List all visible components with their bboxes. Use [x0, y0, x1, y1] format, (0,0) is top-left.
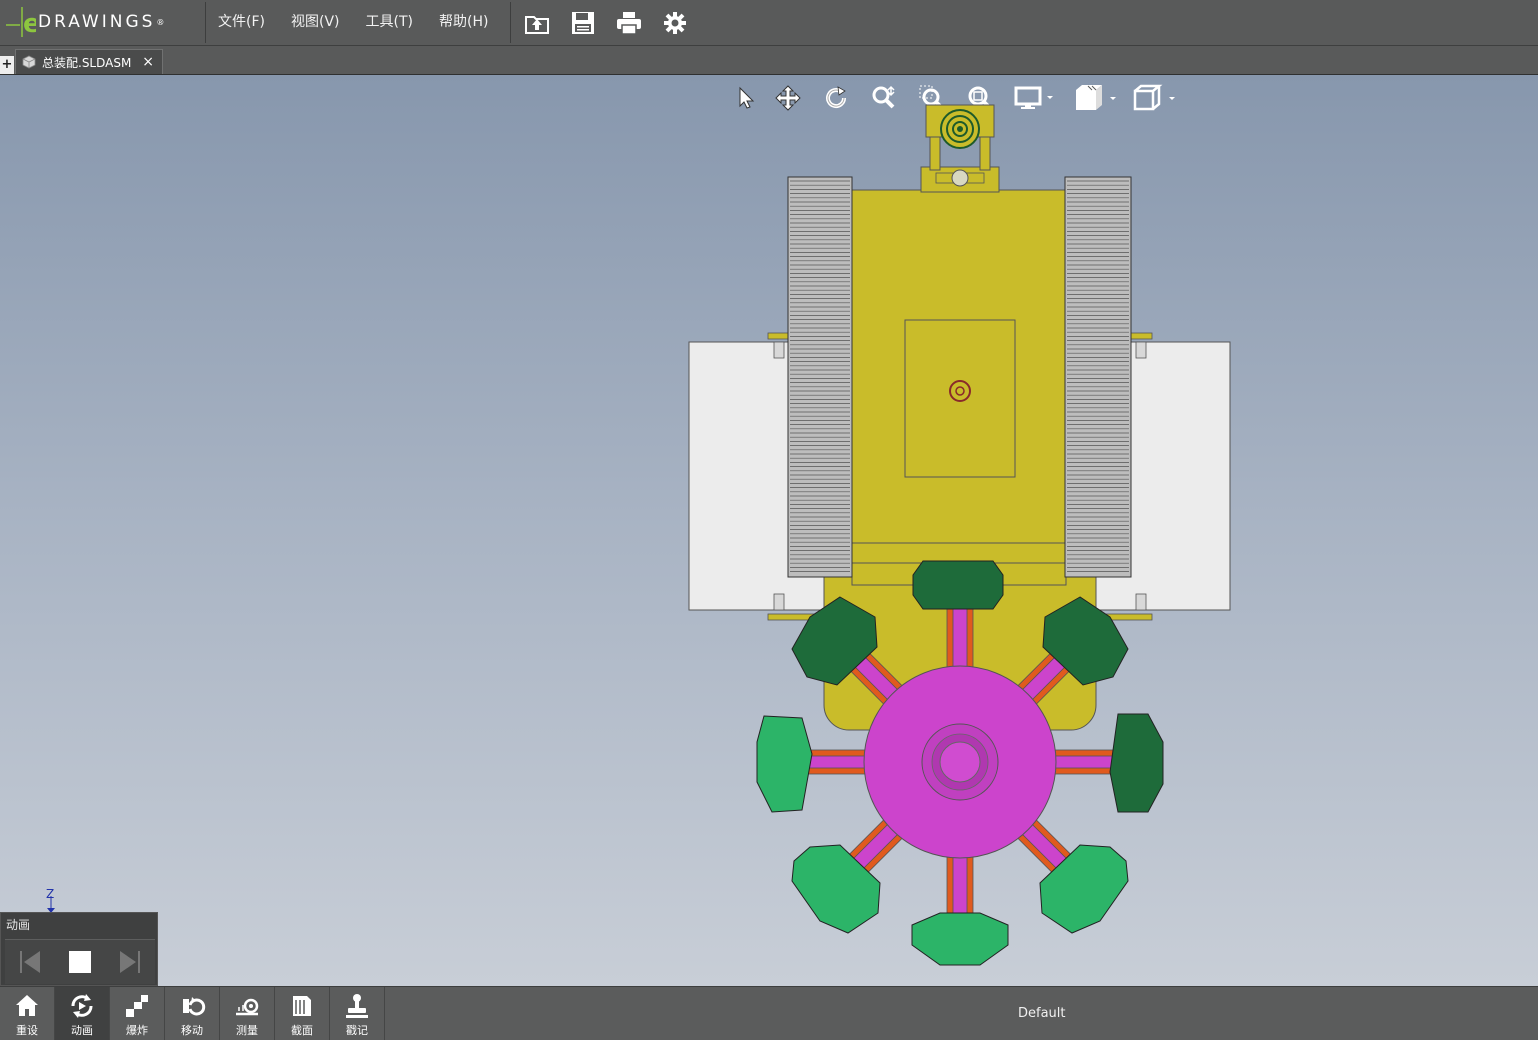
animate-label: 动画 — [71, 1024, 93, 1037]
skip-forward-button[interactable] — [110, 942, 150, 982]
left-side-panel — [688, 341, 832, 611]
select-icon — [739, 86, 755, 109]
animate-button[interactable]: 动画 — [55, 987, 110, 1040]
rotate-button[interactable] — [812, 82, 860, 114]
logo-wordmark: DRAWINGS — [38, 12, 156, 32]
section-view-icon — [1133, 84, 1175, 111]
explode-label: 爆炸 — [126, 1024, 148, 1037]
bottom-toolbar: 重设 动画 爆炸 移动 测量 截面 戳记 Default — [0, 986, 1538, 1040]
skip-forward-icon — [120, 951, 140, 973]
stamp-icon — [346, 994, 368, 1018]
wheel-paddles — [756, 560, 1164, 966]
measure-label: 测量 — [236, 1024, 258, 1037]
divider — [510, 2, 511, 43]
stamp-label: 戳记 — [346, 1024, 368, 1037]
zoom-to-area-button[interactable] — [908, 82, 956, 114]
explode-button[interactable]: 爆炸 — [110, 987, 165, 1040]
graphics-viewport[interactable]: Z 动画 — [0, 75, 1538, 986]
stop-button[interactable] — [60, 942, 100, 982]
select-button[interactable] — [728, 82, 764, 114]
zoom-icon — [872, 85, 895, 109]
pan-button[interactable] — [764, 82, 812, 114]
zoom-to-fit-button[interactable] — [956, 82, 1004, 114]
zoom-button[interactable] — [860, 82, 908, 114]
rotate-icon — [826, 86, 847, 108]
home-icon — [16, 995, 38, 1016]
open-button[interactable] — [514, 0, 560, 45]
section-button[interactable]: 截面 — [275, 987, 330, 1040]
section-view-button[interactable] — [1126, 82, 1182, 114]
document-tab[interactable]: 总装配.SLDASM × — [15, 49, 163, 74]
save-button[interactable] — [560, 0, 606, 45]
file-toolbar — [514, 0, 698, 45]
wheel-hub — [863, 665, 1057, 859]
zoom-to-fit-icon — [968, 86, 993, 111]
explode-icon — [126, 995, 148, 1017]
view-toolbar — [728, 82, 1182, 114]
stamp-button[interactable]: 戳记 — [330, 987, 385, 1040]
svg-text:e: e — [23, 9, 36, 39]
document-tab-label: 总装配.SLDASM — [42, 55, 132, 70]
settings-button[interactable] — [652, 0, 698, 45]
assembly-model — [47, 104, 1231, 966]
configuration-name[interactable]: Default — [1018, 1006, 1066, 1021]
reset-button[interactable]: 重设 — [0, 987, 55, 1040]
display-style-icon — [1014, 86, 1053, 109]
lower-body — [823, 574, 1097, 731]
triad-z-label: Z — [46, 887, 55, 901]
save-icon — [572, 11, 594, 34]
right-track — [1064, 176, 1132, 578]
zoom-to-area-icon — [919, 85, 944, 110]
menu-view[interactable]: 视图(V) — [279, 0, 352, 45]
reset-label: 重设 — [16, 1024, 38, 1037]
print-icon — [617, 11, 641, 35]
wheel-arms — [797, 599, 1123, 926]
view-orientation-button[interactable] — [1064, 82, 1126, 114]
right-side-panel — [1089, 341, 1231, 611]
menu-help[interactable]: 帮助(H) — [427, 0, 500, 45]
skip-back-icon — [20, 951, 40, 973]
close-tab-icon[interactable]: × — [142, 54, 154, 70]
move-icon — [183, 997, 206, 1016]
settings-icon — [664, 11, 686, 34]
print-button[interactable] — [606, 0, 652, 45]
logo-registered: ® — [156, 17, 165, 27]
animation-panel: 动画 — [0, 912, 158, 986]
stop-icon — [69, 951, 91, 973]
document-tab-bar: + 总装配.SLDASM × — [0, 46, 1538, 75]
title-bar: e DRAWINGS ® 文件(F) 视图(V) 工具(T) 帮助(H) — [0, 0, 1538, 46]
section-label: 截面 — [291, 1024, 313, 1037]
new-tab-button[interactable]: + — [0, 56, 14, 74]
center-plate — [904, 319, 1016, 478]
assembly-icon — [22, 55, 36, 69]
view-orientation-icon — [1076, 85, 1116, 110]
display-style-button[interactable] — [1004, 82, 1064, 114]
menu-file[interactable]: 文件(F) — [206, 0, 277, 45]
section-icon — [293, 996, 311, 1016]
pan-icon — [775, 85, 801, 111]
skip-back-button[interactable] — [10, 942, 50, 982]
animate-icon — [71, 994, 93, 1018]
left-track — [787, 176, 853, 578]
measure-button[interactable]: 测量 — [220, 987, 275, 1040]
main-body — [851, 189, 1067, 586]
edrawings-logo: e DRAWINGS ® — [6, 4, 202, 40]
measure-icon — [236, 998, 259, 1016]
animation-controls — [5, 939, 155, 984]
menu-bar: 文件(F) 视图(V) 工具(T) 帮助(H) — [206, 0, 502, 45]
animation-panel-title: 动画 — [6, 918, 31, 932]
logo-e-icon: e — [6, 7, 36, 39]
open-icon — [525, 15, 549, 34]
move-button[interactable]: 移动 — [165, 987, 220, 1040]
move-label: 移动 — [181, 1024, 203, 1037]
menu-tools[interactable]: 工具(T) — [354, 0, 425, 45]
